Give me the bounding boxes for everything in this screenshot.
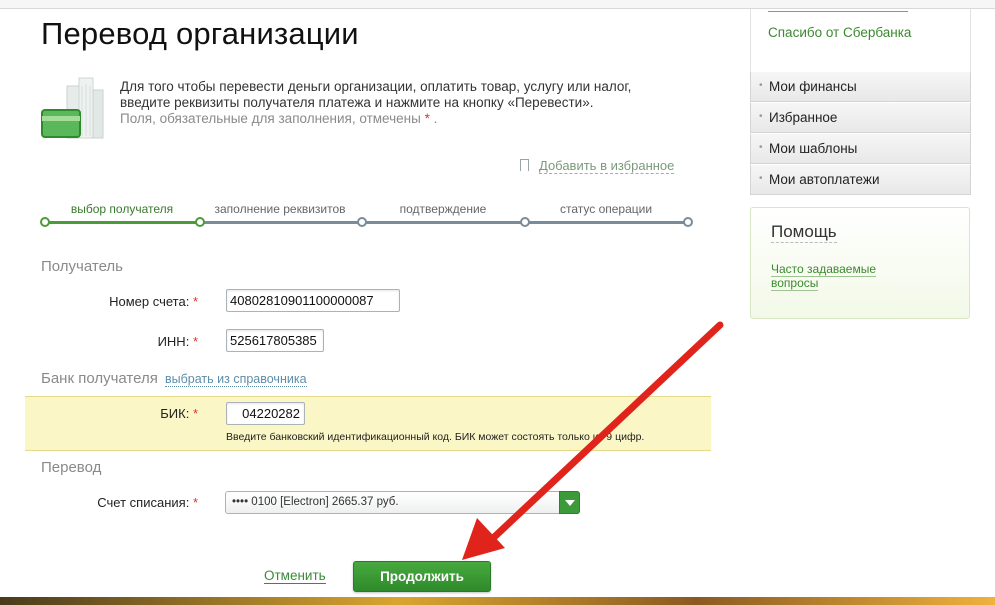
- step-line-2: [200, 221, 362, 224]
- debit-account-selected: •••• 0100 [Electron] 2665.37 руб.: [232, 496, 399, 508]
- sidebar-promo: Спасибо от Сбербанка: [750, 9, 971, 71]
- sidebar-item-label: Мои автоплатежи: [769, 172, 880, 187]
- transfer-section-title: Перевод: [41, 459, 102, 476]
- help-panel: Помощь Часто задаваемые вопросы: [750, 207, 970, 319]
- bik-input[interactable]: [226, 402, 305, 425]
- menu-bullet-icon: •: [759, 111, 763, 122]
- menu-bullet-icon: •: [759, 173, 763, 184]
- chevron-down-icon[interactable]: [559, 491, 580, 514]
- choose-from-directory-link[interactable]: выбрать из справочника: [165, 372, 307, 387]
- required-note: Поля, обязательные для заполнения, отмеч…: [120, 111, 680, 127]
- faq-link[interactable]: Часто задаваемые вопросы: [771, 262, 891, 291]
- account-number-label: Номер счета: *: [18, 294, 198, 309]
- bik-label-text: БИК:: [160, 406, 190, 421]
- help-title: Помощь: [771, 222, 837, 243]
- bank-section-title: Банк получателя выбрать из справочника: [41, 370, 307, 387]
- sidebar-item-my-autopayments[interactable]: • Мои автоплатежи: [750, 164, 971, 195]
- bik-label: БИК: *: [18, 406, 198, 421]
- step-dot-2: [357, 217, 367, 227]
- required-star: *: [424, 111, 430, 126]
- transfer-illustration-icon: [41, 77, 104, 139]
- step-line-3: [362, 221, 525, 224]
- inn-label: ИНН: *: [18, 334, 198, 349]
- account-number-input[interactable]: [226, 289, 400, 312]
- page-title: Перевод организации: [41, 16, 359, 51]
- sidebar-item-my-finances[interactable]: • Мои финансы: [750, 71, 971, 102]
- sidebar-item-label: Мои шаблоны: [769, 141, 858, 156]
- debit-account-label-text: Счет списания:: [97, 495, 190, 510]
- required-star: *: [192, 406, 198, 421]
- debit-account-select[interactable]: •••• 0100 [Electron] 2665.37 руб.: [225, 491, 580, 514]
- thanks-from-sberbank-link[interactable]: Спасибо от Сбербанка: [768, 25, 911, 40]
- bookmark-icon: [520, 159, 529, 171]
- step-line-4: [525, 221, 688, 224]
- faq-link-text: Часто задаваемые вопросы: [771, 262, 877, 291]
- required-star: *: [192, 334, 198, 349]
- step-label-recipient: выбор получателя: [70, 202, 174, 216]
- inn-label-text: ИНН:: [157, 334, 190, 349]
- add-to-favorites-label: Добавить в избранное: [539, 158, 675, 174]
- account-number-label-text: Номер счета:: [109, 294, 190, 309]
- add-to-favorites-link[interactable]: Добавить в избранное: [520, 158, 675, 174]
- step-label-status: статус операции: [559, 202, 653, 216]
- intro-line-2: введите реквизиты получателя платежа и н…: [120, 95, 594, 110]
- required-star: *: [192, 495, 198, 510]
- step-dot-start: [40, 217, 50, 227]
- sidebar-item-label: Избранное: [769, 110, 838, 125]
- required-note-period: .: [433, 111, 438, 126]
- step-dot-4: [683, 217, 693, 227]
- step-line-1: [45, 221, 200, 224]
- step-label-details: заполнение реквизитов: [214, 202, 346, 216]
- sidebar-item-label: Мои финансы: [769, 79, 857, 94]
- continue-button[interactable]: Продолжить: [353, 561, 491, 592]
- step-label-confirmation: подтверждение: [399, 202, 487, 216]
- recipient-section-title: Получатель: [41, 258, 123, 275]
- bik-hint: Введите банковский идентификационный код…: [226, 431, 645, 443]
- step-dot-1: [195, 217, 205, 227]
- bank-section-title-text: Банк получателя: [41, 370, 158, 387]
- step-dot-3: [520, 217, 530, 227]
- intro-line-1: Для того чтобы перевести деньги организа…: [120, 79, 632, 94]
- required-star: *: [192, 294, 198, 309]
- inn-input[interactable]: [226, 329, 324, 352]
- menu-bullet-icon: •: [759, 80, 763, 91]
- progress-steps: выбор получателя заполнение реквизитов п…: [40, 202, 694, 230]
- required-note-text: Поля, обязательные для заполнения, отмеч…: [120, 111, 421, 126]
- sidebar-item-my-templates[interactable]: • Мои шаблоны: [750, 133, 971, 164]
- cancel-link[interactable]: Отменить: [264, 568, 326, 584]
- bottom-decor-bar: [0, 597, 995, 605]
- intro-text: Для того чтобы перевести деньги организа…: [120, 79, 680, 127]
- menu-bullet-icon: •: [759, 142, 763, 153]
- sidebar-cut-link: [768, 6, 908, 12]
- sidebar-item-favorites[interactable]: • Избранное: [750, 102, 971, 133]
- debit-account-label: Счет списания: *: [18, 495, 198, 510]
